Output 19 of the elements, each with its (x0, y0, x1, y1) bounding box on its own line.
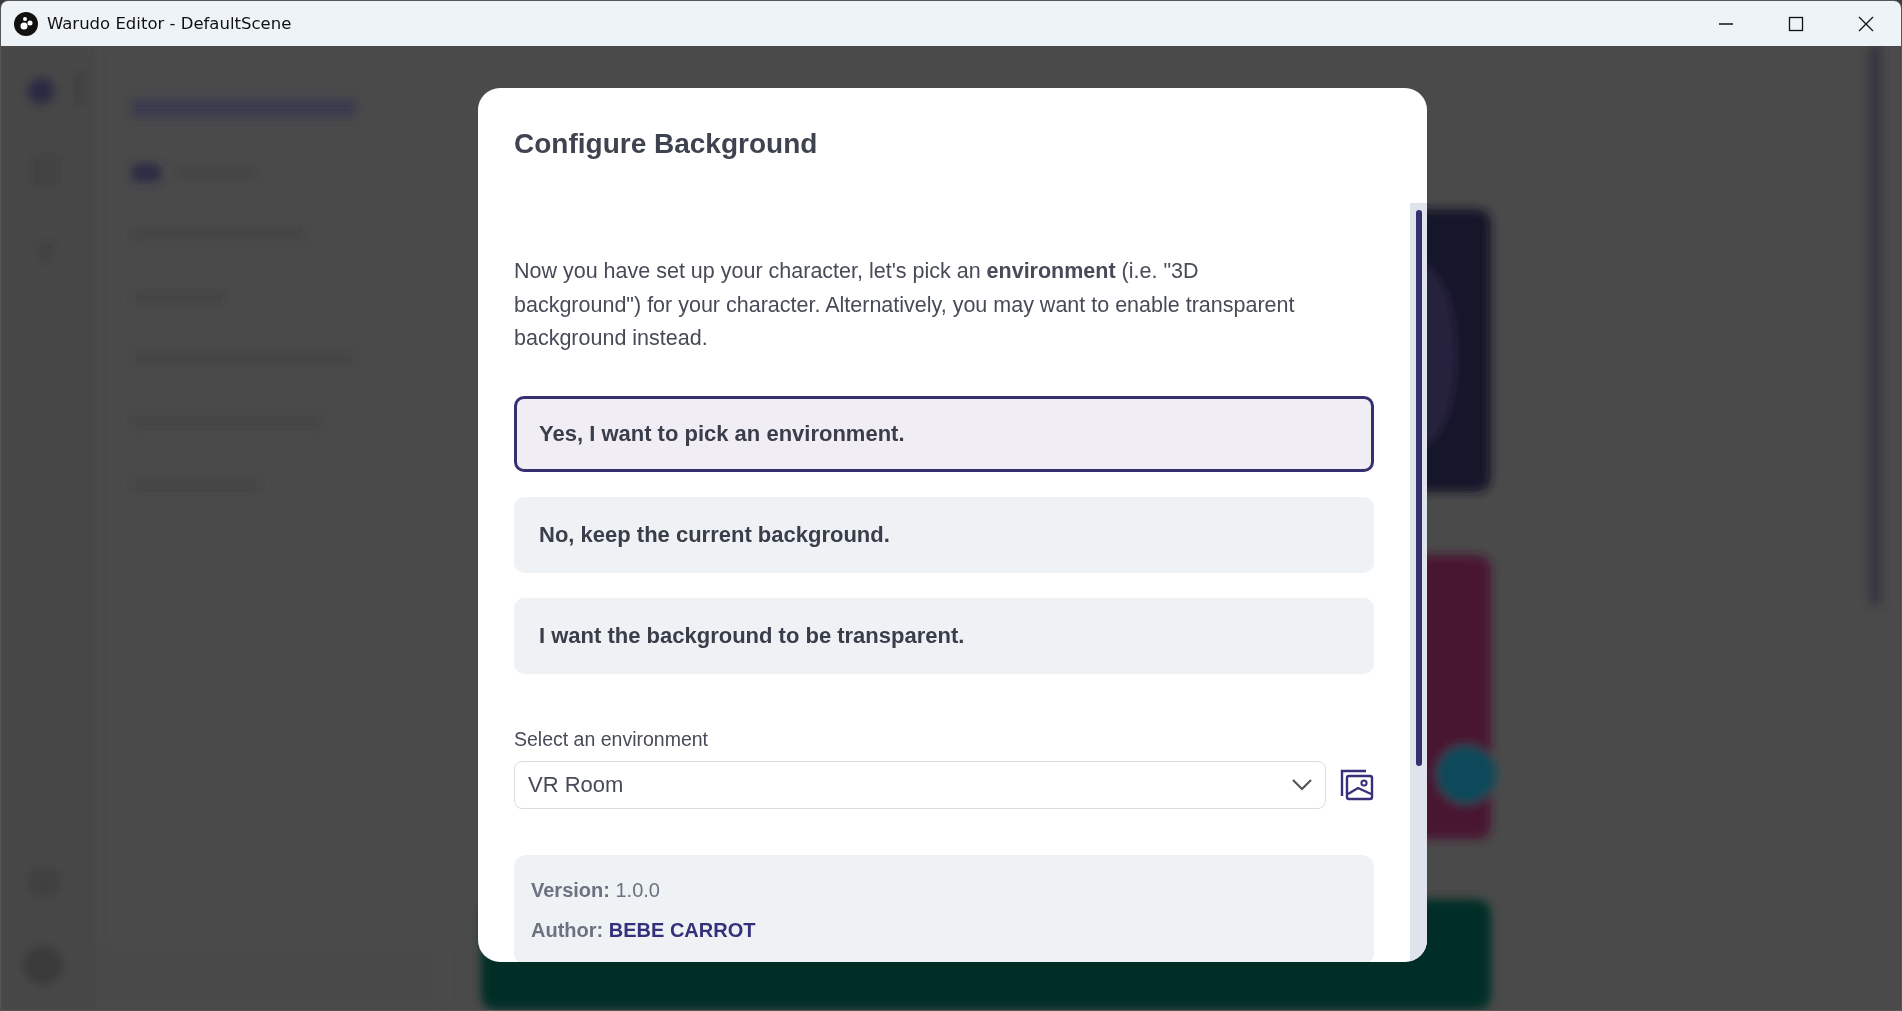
minimize-icon (1718, 22, 1734, 25)
dialog-title: Configure Background (513, 127, 819, 161)
detail-label: Author: (531, 918, 604, 941)
intro-paragraph: Now you have set up your character, let's pick an environment (i.e. "3D background") for your character. Alternatively, you may want to enable transparent background instead. (514, 258, 1296, 352)
choice-option[interactable]: No, keep the current background. (514, 496, 1374, 573)
maximize-icon (1788, 15, 1804, 32)
image-gallery-icon[interactable] (1340, 768, 1374, 801)
field-label: Select an environment (514, 727, 710, 751)
window-title: Warudo Editor - DefaultScene (47, 14, 292, 33)
choice-option[interactable]: Yes, I want to pick an environment. (514, 395, 1374, 472)
choice-option[interactable]: I want the background to be transparent. (514, 597, 1374, 674)
scrollbar[interactable] (1410, 203, 1427, 962)
author-link[interactable]: BEBE CARROT (608, 918, 756, 941)
environment-dropdown[interactable]: VR Room (514, 760, 1326, 809)
detail-value: 1.0.0 (615, 878, 660, 901)
chevron-down-icon (1291, 777, 1313, 792)
app-logo-icon (13, 10, 39, 37)
close-icon (1858, 15, 1874, 32)
detail-label: Version: (531, 878, 610, 901)
